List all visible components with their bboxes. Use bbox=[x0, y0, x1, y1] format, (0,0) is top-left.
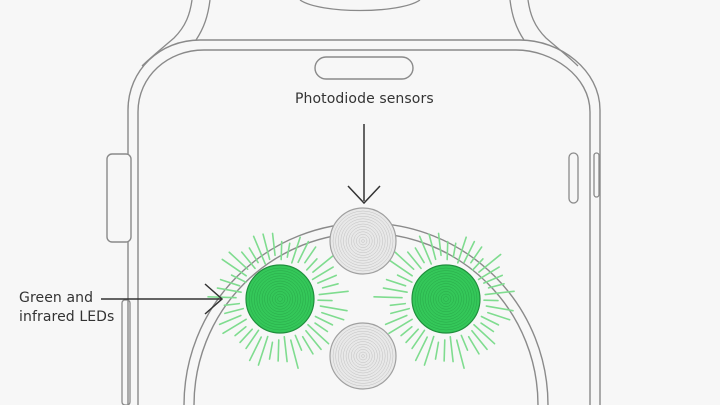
sensor-array bbox=[245, 207, 481, 390]
green-led-left bbox=[245, 264, 315, 334]
photodiode-arrow bbox=[347, 124, 381, 205]
watch-diagram bbox=[101, 0, 601, 405]
leds-label-line-2: infrared LEDs bbox=[19, 309, 115, 325]
digital-crown-icon bbox=[106, 153, 132, 243]
green-infrared-leds-label: Green and infrared LEDs bbox=[19, 289, 114, 327]
side-button bbox=[121, 299, 131, 405]
photodiode-sensor-bottom bbox=[329, 322, 397, 390]
green-led-right bbox=[411, 264, 481, 334]
leds-label-line-1: Green and bbox=[19, 290, 94, 306]
watch-band bbox=[141, 0, 579, 67]
photodiode-sensor-top bbox=[329, 207, 397, 275]
photodiode-sensors-label: Photodiode sensors bbox=[295, 91, 434, 107]
speaker-slot bbox=[314, 56, 414, 80]
right-side-buttons bbox=[568, 152, 600, 204]
leds-arrow bbox=[101, 283, 224, 315]
